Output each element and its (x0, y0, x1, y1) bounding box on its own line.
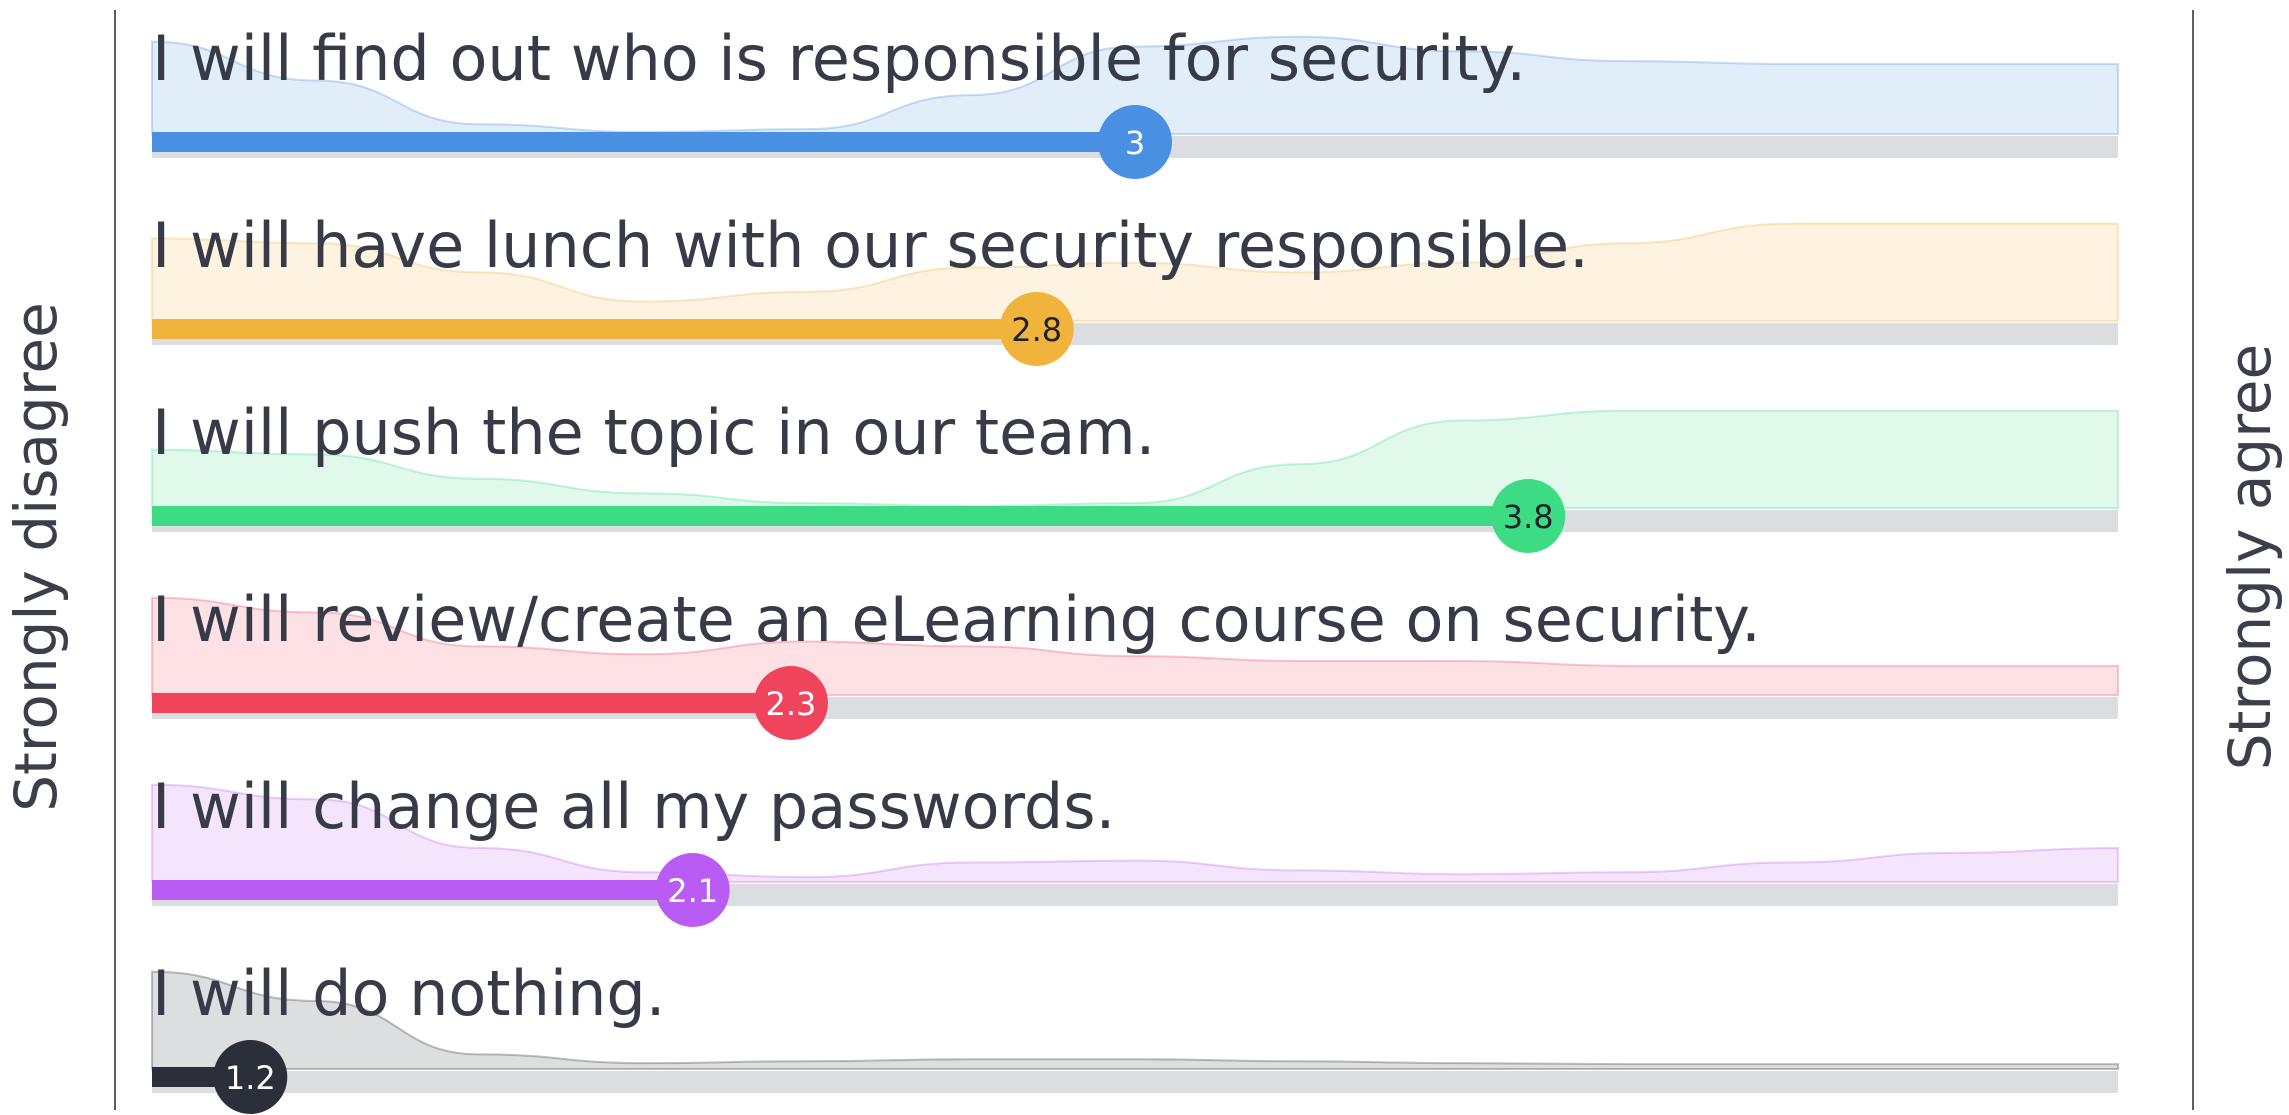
value-label: 3 (1125, 124, 1145, 162)
value-bar (152, 319, 1037, 339)
value-bar (152, 132, 1135, 152)
statement-label: I will change all my passwords. (152, 770, 1115, 843)
survey-row: I will change all my passwords. 2.1 (151, 770, 2119, 927)
value-label: 2.8 (1011, 311, 1062, 349)
survey-row: I will do nothing. 1.2 (151, 957, 2119, 1114)
value-label: 2.3 (766, 685, 817, 723)
survey-row: I will find out who is responsible for s… (151, 22, 2119, 179)
survey-row: I will have lunch with our security resp… (151, 209, 2119, 366)
value-bar (152, 693, 791, 713)
value-label: 2.1 (667, 872, 718, 910)
value-bar (152, 880, 693, 900)
value-label: 3.8 (1503, 498, 1554, 536)
value-label: 1.2 (225, 1059, 276, 1097)
survey-chart: I will find out who is responsible for s… (151, 22, 2119, 1114)
scale-track (152, 1071, 2118, 1093)
value-bar (152, 506, 1529, 526)
chart-stage: Strongly disagree Strongly agree I will … (0, 0, 2289, 1115)
statement-label: I will find out who is responsible for s… (152, 22, 1526, 95)
statement-label: I will have lunch with our security resp… (152, 209, 1589, 282)
statement-label: I will review/create an eLearning course… (152, 583, 1761, 656)
statement-label: I will do nothing. (152, 957, 666, 1030)
survey-row: I will review/create an eLearning course… (151, 583, 2119, 740)
survey-row: I will push the topic in our team. 3.8 (151, 396, 2119, 553)
statement-label: I will push the topic in our team. (152, 396, 1155, 469)
